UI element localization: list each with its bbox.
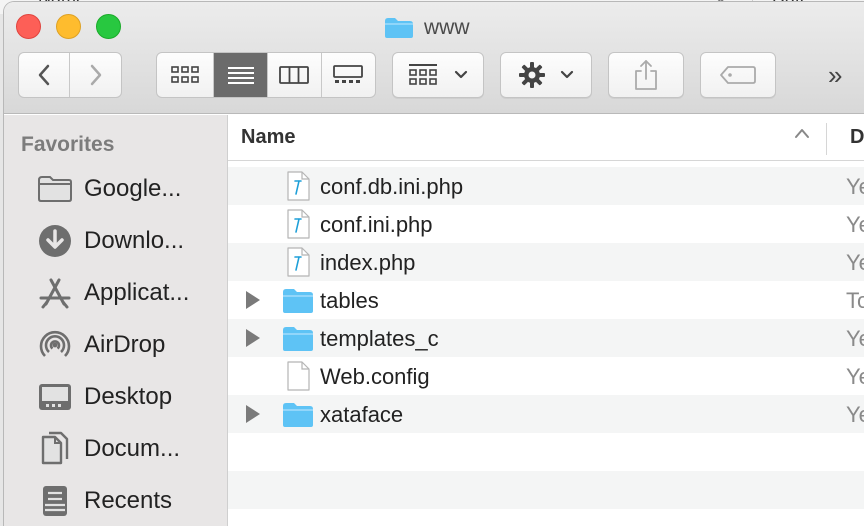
gear-icon: [519, 62, 545, 88]
minimize-button[interactable]: [56, 14, 81, 39]
file-date: Ye: [846, 402, 864, 427]
file-row[interactable]: xataface Ye: [228, 395, 864, 433]
back-button[interactable]: [19, 53, 71, 97]
disclosure-triangle-icon[interactable]: [246, 329, 260, 347]
sidebar-item-label: Downlo...: [84, 227, 185, 254]
file-row[interactable]: conf.ini.php Ye: [228, 205, 864, 243]
chevron-right-icon: [90, 64, 101, 86]
file-row[interactable]: Web.config Ye: [228, 357, 864, 395]
nav-buttons: [18, 52, 122, 98]
file-list: Name D conf.db.ini.phpYeconf.ini.phpYein…: [228, 115, 864, 526]
file-row[interactable]: conf.db.ini.php Ye: [228, 167, 864, 205]
sidebar-item-airdrop[interactable]: AirDrop: [36, 325, 165, 365]
sidebar-item-recents[interactable]: Recents: [36, 481, 172, 521]
maximize-button[interactable]: [96, 14, 121, 39]
window-title-text: www: [424, 16, 470, 39]
folder-icon: [282, 398, 314, 430]
group-by-icon: [409, 64, 437, 85]
column-header-date[interactable]: D: [850, 126, 864, 149]
sidebar-heading: Favorites: [21, 133, 115, 156]
empty-row: [228, 471, 864, 509]
download-icon: [36, 223, 74, 259]
list-view-icon: [227, 67, 254, 84]
gallery-view-button[interactable]: [322, 53, 376, 97]
chevron-left-icon: [38, 64, 50, 86]
sidebar-item-google-drive[interactable]: Google...: [36, 169, 181, 209]
forward-button[interactable]: [70, 53, 121, 97]
column-view-button[interactable]: [268, 53, 322, 97]
file-name: tables: [320, 288, 379, 313]
icon-view-button[interactable]: [157, 53, 215, 97]
recents-icon: [36, 483, 74, 519]
folder-icon: [282, 284, 314, 316]
php-file-icon: [282, 170, 314, 202]
sidebar: Favorites Google... Downlo... Applicat..…: [4, 115, 228, 526]
tag-icon: [720, 66, 756, 84]
sidebar-item-applications[interactable]: Applicat...: [36, 273, 189, 313]
file-date: Ye: [846, 174, 864, 199]
file-date: Ye: [846, 212, 864, 237]
sidebar-item-label: Applicat...: [84, 279, 190, 306]
column-header-name[interactable]: Name: [241, 126, 295, 149]
file-name: xataface: [320, 402, 404, 427]
file-name: Web.config: [320, 364, 430, 389]
share-button[interactable]: [608, 52, 684, 98]
finder-window: www » Favorites Google... Downlo... Appl…: [4, 2, 864, 526]
file-name: index.php: [320, 250, 416, 275]
folder-icon: [282, 322, 314, 354]
file-name: templates_c: [320, 326, 439, 351]
column-header: Name D: [228, 115, 864, 161]
gallery-view-icon: [333, 65, 364, 83]
column-divider[interactable]: [826, 123, 827, 155]
desktop-icon: [36, 379, 74, 415]
sidebar-item-label: AirDrop: [84, 331, 166, 358]
file-date: Ye: [846, 364, 864, 389]
php-file-icon: [282, 208, 314, 240]
sidebar-item-documents[interactable]: Docum...: [36, 429, 180, 469]
file-date: Ye: [846, 326, 864, 351]
empty-row: [228, 509, 864, 526]
window-title: www: [384, 14, 470, 42]
file-date: Ye: [846, 250, 864, 275]
empty-row: [228, 433, 864, 471]
file-name: conf.db.ini.php: [320, 174, 464, 199]
folder-icon: [385, 18, 413, 38]
file-row[interactable]: tables To: [228, 281, 864, 319]
disclosure-triangle-icon[interactable]: [246, 291, 260, 309]
file-row[interactable]: index.php Ye: [228, 243, 864, 281]
column-view-icon: [279, 66, 310, 84]
document-icon: [282, 360, 314, 392]
folder-icon: [36, 171, 74, 207]
sidebar-item-downloads[interactable]: Downlo...: [36, 221, 184, 261]
sidebar-item-label: Desktop: [84, 383, 173, 410]
titlebar: www »: [4, 2, 864, 114]
close-button[interactable]: [16, 14, 41, 39]
group-by-button[interactable]: [392, 52, 484, 98]
php-file-icon: [282, 246, 314, 278]
applications-icon: [36, 275, 74, 311]
airdrop-icon: [36, 327, 74, 363]
list-view-button[interactable]: [214, 53, 268, 97]
chevron-down-icon: [454, 70, 468, 79]
disclosure-triangle-icon[interactable]: [246, 405, 260, 423]
file-name: conf.ini.php: [320, 212, 433, 237]
icon-view-icon: [171, 66, 200, 83]
sidebar-item-label: Docum...: [84, 435, 181, 462]
sidebar-item-desktop[interactable]: Desktop: [36, 377, 172, 417]
sort-ascending-icon[interactable]: [794, 127, 810, 139]
tag-button[interactable]: [700, 52, 776, 98]
view-mode-segment: [156, 52, 376, 98]
sidebar-item-label: Recents: [84, 487, 173, 514]
file-date: To: [846, 288, 864, 313]
file-row[interactable]: templates_c Ye: [228, 319, 864, 357]
chevron-down-icon: [560, 70, 574, 79]
toolbar-overflow-button[interactable]: »: [828, 60, 842, 91]
sidebar-item-label: Google...: [84, 175, 182, 202]
documents-icon: [36, 431, 74, 467]
share-icon: [635, 60, 657, 90]
action-button[interactable]: [500, 52, 592, 98]
